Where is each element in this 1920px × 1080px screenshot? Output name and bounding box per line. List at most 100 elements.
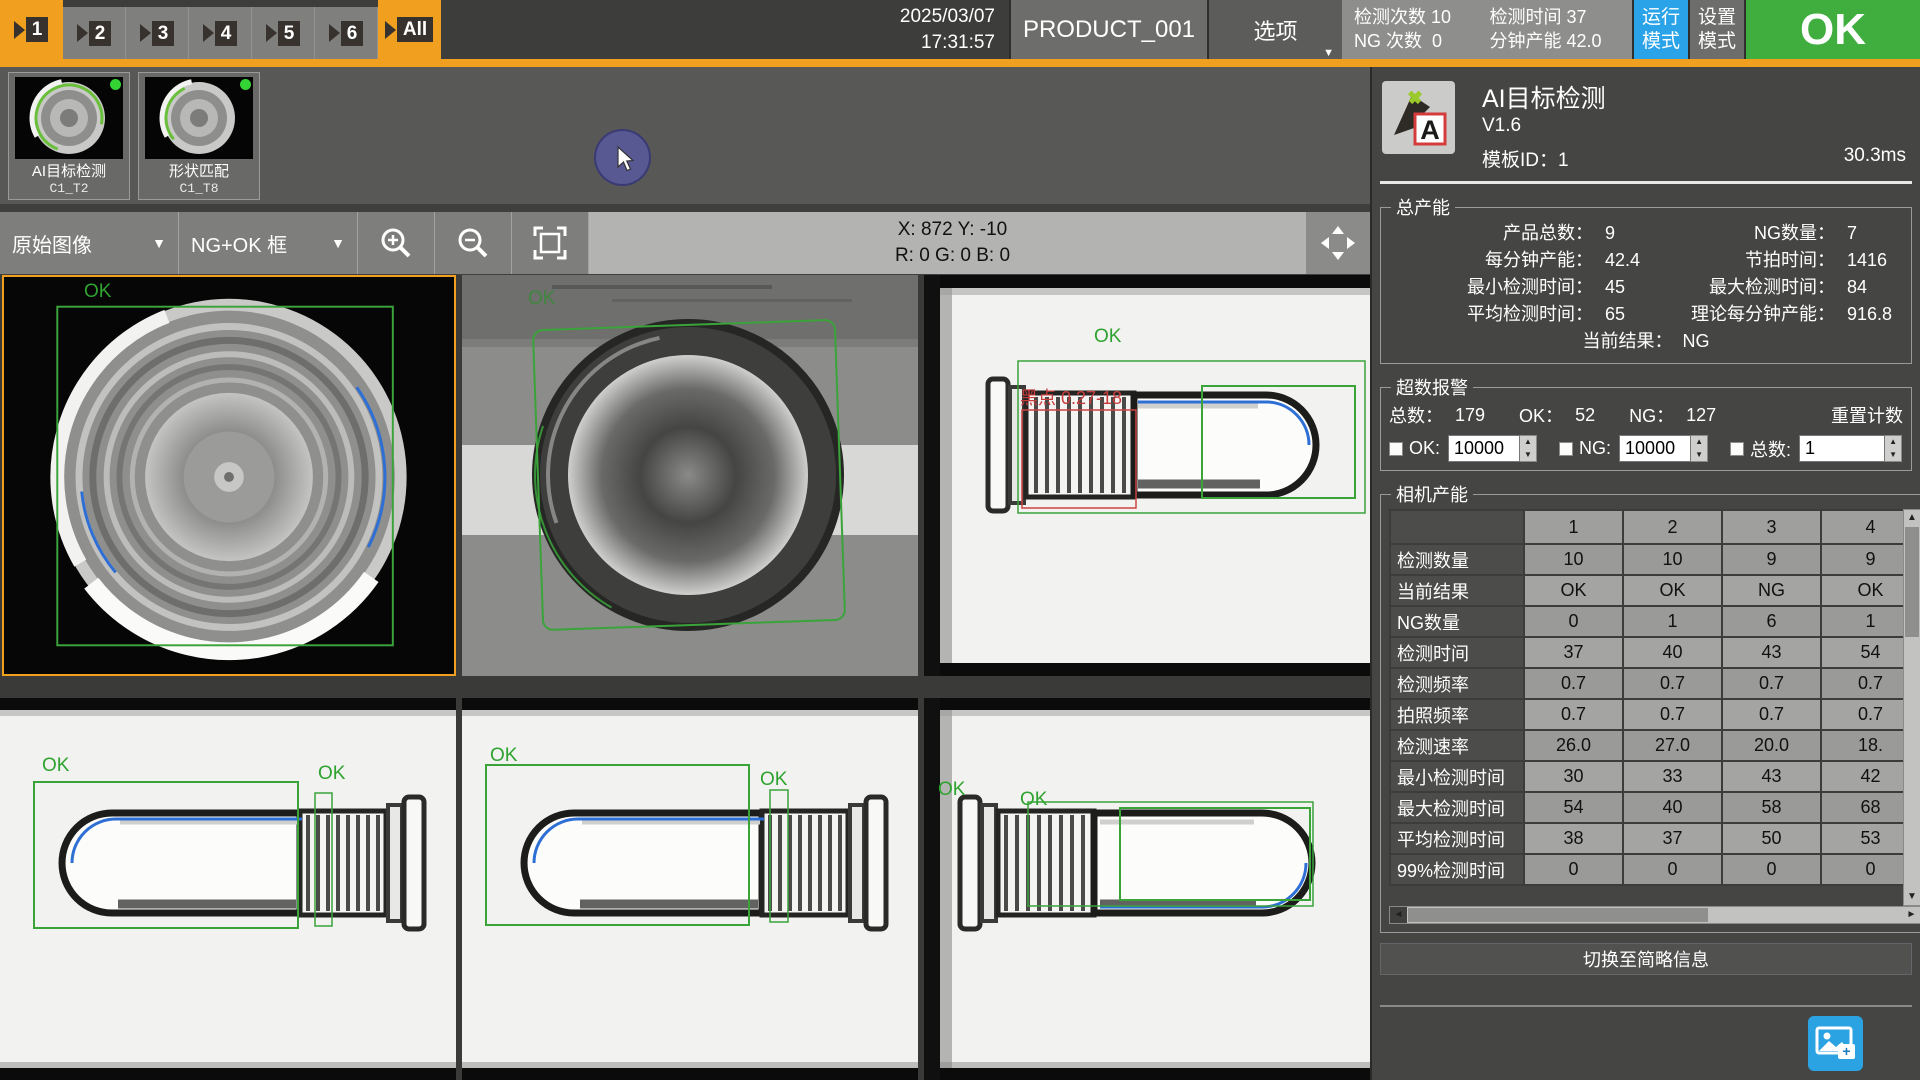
reset-count-button[interactable]: 重置计数 — [1831, 402, 1903, 428]
camera-tab-2[interactable]: 2 — [63, 7, 126, 59]
result-label: OK — [1020, 790, 1047, 809]
ok-limit-input[interactable]: 10000 — [1448, 435, 1520, 462]
thumbnail-image — [145, 77, 253, 159]
tool-header: A AI目标检测 V1.6 模板ID：1 30.3ms — [1382, 79, 1912, 177]
horizontal-scrollbar[interactable]: ◄ ► — [1389, 906, 1920, 924]
camera-icon — [14, 21, 25, 39]
scroll-down-icon[interactable]: ▼ — [1904, 889, 1920, 905]
toggle-brief-info-button[interactable]: 切换至简略信息 — [1380, 943, 1912, 975]
cell-value: 38 — [1524, 823, 1623, 854]
chevron-down-icon: ▼ — [1323, 47, 1334, 59]
current-result-line: 当前结果：NG — [1389, 328, 1903, 355]
setup-mode-button[interactable]: 设置模式 — [1688, 0, 1744, 59]
cell-value: 0 — [1524, 606, 1623, 637]
total-production-section: 总产能 产品总数：9NG数量：7每分钟产能：42.4节拍时间：1416最小检测时… — [1380, 194, 1912, 364]
tool-thumbnail-ai-detect[interactable]: AI目标检测 C1_T2 — [8, 72, 130, 200]
camera-tab-3[interactable]: 3 — [126, 7, 189, 59]
camera-tab-label: 6 — [341, 21, 364, 46]
camera-tabs: 12345 6 All — [0, 0, 441, 59]
overlay-mode-dropdown[interactable]: NG+OK 框 ▼ — [179, 212, 358, 274]
image-source-dropdown[interactable]: 原始图像 ▼ — [0, 212, 179, 274]
camera-tab-4[interactable]: 4 — [189, 7, 252, 59]
camera-icon — [329, 24, 340, 42]
cell-value: 50 — [1722, 823, 1821, 854]
top-bar: 123456All 2025/03/07 17:31:57 PRODUCT_00… — [0, 0, 1920, 67]
date-text: 2025/03/07 — [900, 4, 995, 30]
fit-view-button[interactable] — [512, 212, 589, 274]
status-dot — [110, 79, 121, 90]
stat-value: 916.8 — [1835, 301, 1903, 328]
camera-icon — [385, 21, 396, 39]
cursor-position: X: 872 Y: -10 — [898, 217, 1008, 243]
table-row: 99%检测时间0000 — [1390, 854, 1920, 885]
camera-tab-6[interactable]: 6 — [315, 7, 378, 59]
row-label: 检测频率 — [1390, 668, 1524, 699]
mouse-cursor — [594, 129, 651, 186]
cell-value: 0 — [1524, 854, 1623, 885]
cell-value: 10 — [1623, 544, 1722, 575]
cell-value: 0.7 — [1722, 699, 1821, 730]
ng-limit-checkbox[interactable] — [1559, 442, 1573, 456]
tool-thumbnail-row: AI目标检测 C1_T2 形状匹配 C — [0, 67, 1370, 204]
count-alarm-section: 超数报警 总数：179 OK：52 NG：127 重置计数 OK: 10000▲… — [1380, 374, 1912, 471]
table-row: 检测数量101099 — [1390, 544, 1920, 575]
spinner-arrows[interactable]: ▲▼ — [1691, 435, 1708, 462]
stat-label: NG数量： — [1657, 220, 1835, 247]
ng-count: NG 次数 0 — [1354, 30, 1469, 54]
viewport-cam5[interactable]: OK OK — [462, 698, 918, 1080]
image-export-button[interactable]: + — [1808, 1016, 1863, 1071]
image-export-icon: + — [1808, 1016, 1863, 1071]
viewport-cam6[interactable]: OK OK — [924, 698, 1370, 1080]
viewport-cam2[interactable]: OK — [462, 275, 918, 676]
run-mode-button[interactable]: 运行模式 — [1632, 0, 1688, 59]
tool-version: V1.6 — [1482, 115, 1521, 137]
cell-value: OK — [1524, 575, 1623, 606]
column-header: 2 — [1623, 510, 1722, 544]
divider — [1380, 181, 1912, 184]
camera-table: 1234检测数量101099当前结果OKOKNGOKNG数量0161检测时间37… — [1389, 509, 1920, 886]
zoom-out-button[interactable] — [435, 212, 512, 274]
spinner-arrows[interactable]: ▲▼ — [1520, 435, 1537, 462]
scroll-up-icon[interactable]: ▲ — [1904, 510, 1920, 526]
stat-value: 65 — [1593, 301, 1657, 328]
options-button[interactable]: 选项 ▼ — [1207, 0, 1342, 59]
stat-value: 42.4 — [1593, 247, 1657, 274]
ok-limit-checkbox[interactable] — [1389, 442, 1403, 456]
ng-limit-input[interactable]: 10000 — [1619, 435, 1691, 462]
camera-tab-all[interactable]: All — [378, 0, 441, 59]
result-label: OK — [490, 746, 517, 765]
stat-label: 最小检测时间： — [1389, 274, 1593, 301]
scroll-left-icon[interactable]: ◄ — [1390, 907, 1407, 923]
total-limit-checkbox[interactable] — [1730, 442, 1744, 456]
cell-value: 43 — [1722, 637, 1821, 668]
scrollbar-thumb[interactable] — [1408, 908, 1708, 922]
per-minute: 分钟产能 42.0 — [1489, 30, 1620, 54]
scrollbar-thumb[interactable] — [1905, 527, 1919, 637]
row-label: 当前结果 — [1390, 575, 1524, 606]
zoom-in-button[interactable] — [358, 212, 435, 274]
table-row: 最小检测时间30334342 — [1390, 761, 1920, 792]
scroll-right-icon[interactable]: ► — [1903, 907, 1920, 923]
cell-value: 37 — [1524, 637, 1623, 668]
viewport-cam1[interactable]: OK — [2, 275, 456, 676]
camera-tab-5[interactable]: 5 — [252, 7, 315, 59]
cell-value: 0.7 — [1722, 668, 1821, 699]
tool-title: 形状匹配 — [139, 160, 259, 181]
cell-value: 30 — [1524, 761, 1623, 792]
template-id: 模板ID：1 — [1482, 145, 1569, 172]
viewport-cam4[interactable]: OK OK — [0, 698, 456, 1080]
camera-tab-label: 1 — [26, 17, 49, 42]
spinner-arrows[interactable]: ▲▼ — [1885, 435, 1902, 462]
cell-value: 6 — [1722, 606, 1821, 637]
total-limit-input[interactable]: 1 — [1799, 435, 1885, 462]
pan-button[interactable] — [1306, 212, 1370, 274]
tool-thumbnail-shape-match[interactable]: 形状匹配 C1_T8 — [138, 72, 260, 200]
table-header-row: 1234 — [1390, 510, 1920, 544]
product-button[interactable]: PRODUCT_001 — [1009, 0, 1207, 59]
viewport-cam3[interactable]: OK 黑点 0.27-18 — [924, 275, 1370, 676]
row-label: 检测数量 — [1390, 544, 1524, 575]
viewport-grid: OK — [0, 275, 1370, 1080]
camera-tab-1[interactable]: 1 — [0, 0, 63, 59]
vertical-scrollbar[interactable]: ▲ ▼ — [1903, 509, 1920, 906]
inspect-time: 检测时间 37 — [1489, 6, 1620, 30]
